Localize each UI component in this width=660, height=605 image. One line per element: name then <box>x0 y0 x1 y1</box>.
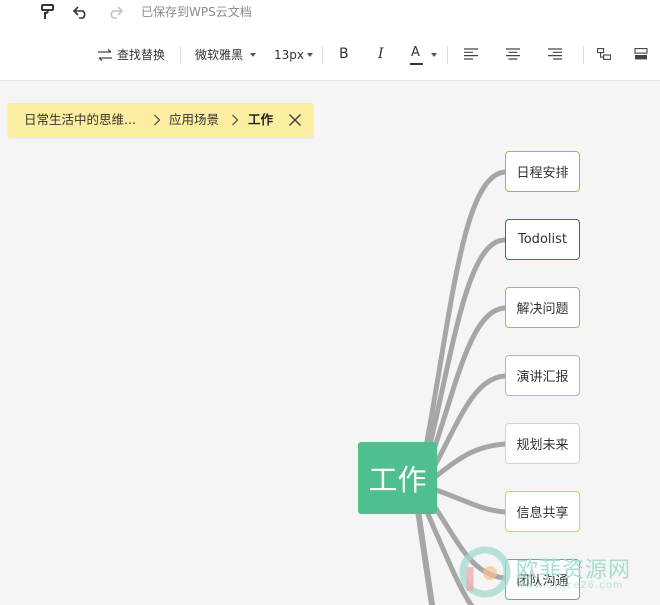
child-node-label: Todolist <box>518 232 567 247</box>
watermark-url: www.office26.com <box>516 580 624 591</box>
child-node[interactable]: 解决问题 <box>505 287 580 328</box>
toolbar-divider <box>322 46 323 64</box>
toolbar-divider <box>447 46 448 64</box>
align-center-icon[interactable] <box>506 47 520 61</box>
child-node-label: 日程安排 <box>516 166 569 181</box>
breadcrumb: 日常生活中的思维... 应用场景 工作 <box>8 103 313 137</box>
root-node[interactable]: 工作 <box>358 442 437 514</box>
italic-button[interactable]: I <box>378 46 384 62</box>
bold-button[interactable]: B <box>339 46 349 62</box>
watermark-logo-icon <box>459 546 511 598</box>
child-node-label: 信息共享 <box>516 506 569 521</box>
root-node-label: 工作 <box>368 463 427 497</box>
chevron-down-icon[interactable] <box>250 53 256 57</box>
toolbar-divider <box>583 46 584 64</box>
align-left-icon[interactable] <box>464 47 478 61</box>
find-replace-icon[interactable] <box>97 48 113 62</box>
chevron-right-icon <box>154 114 161 126</box>
save-status: 已保存到WPS云文档 <box>141 5 252 19</box>
child-node[interactable]: 日程安排 <box>505 151 580 192</box>
child-node-label: 演讲汇报 <box>516 370 569 385</box>
toolbar-divider <box>180 46 181 64</box>
align-right-icon[interactable] <box>548 47 562 61</box>
chevron-right-icon <box>232 114 239 126</box>
font-color-button[interactable]: A <box>411 45 420 61</box>
top-bar: 已保存到WPS云文档 <box>0 0 660 30</box>
close-icon[interactable] <box>288 113 302 127</box>
breadcrumb-current: 工作 <box>248 112 274 127</box>
undo-icon[interactable] <box>71 3 91 21</box>
find-replace-button[interactable]: 查找替换 <box>117 47 165 63</box>
child-node-label: 规划未来 <box>516 438 569 453</box>
breadcrumb-item[interactable]: 应用场景 <box>169 112 219 128</box>
child-node[interactable]: 演讲汇报 <box>505 355 580 396</box>
child-node[interactable]: 信息共享 <box>505 491 580 532</box>
child-node-label: 解决问题 <box>516 302 569 317</box>
font-family-select[interactable]: 微软雅黑 <box>195 47 243 63</box>
redo-icon[interactable] <box>105 3 125 21</box>
font-size-select[interactable]: 13px <box>274 47 304 63</box>
chevron-down-icon[interactable] <box>307 53 313 57</box>
node-style-icon[interactable] <box>634 47 648 61</box>
child-node[interactable]: 规划未来 <box>505 423 580 464</box>
format-toolbar: 查找替换 微软雅黑 13px B I A <box>0 30 660 81</box>
chevron-down-icon[interactable] <box>431 53 437 57</box>
layout-structure-icon[interactable] <box>597 47 611 61</box>
child-node[interactable]: Todolist <box>505 219 580 260</box>
breadcrumb-item[interactable]: 日常生活中的思维... <box>24 112 136 128</box>
format-painter-icon[interactable] <box>39 3 57 21</box>
font-color-underline <box>410 63 423 65</box>
